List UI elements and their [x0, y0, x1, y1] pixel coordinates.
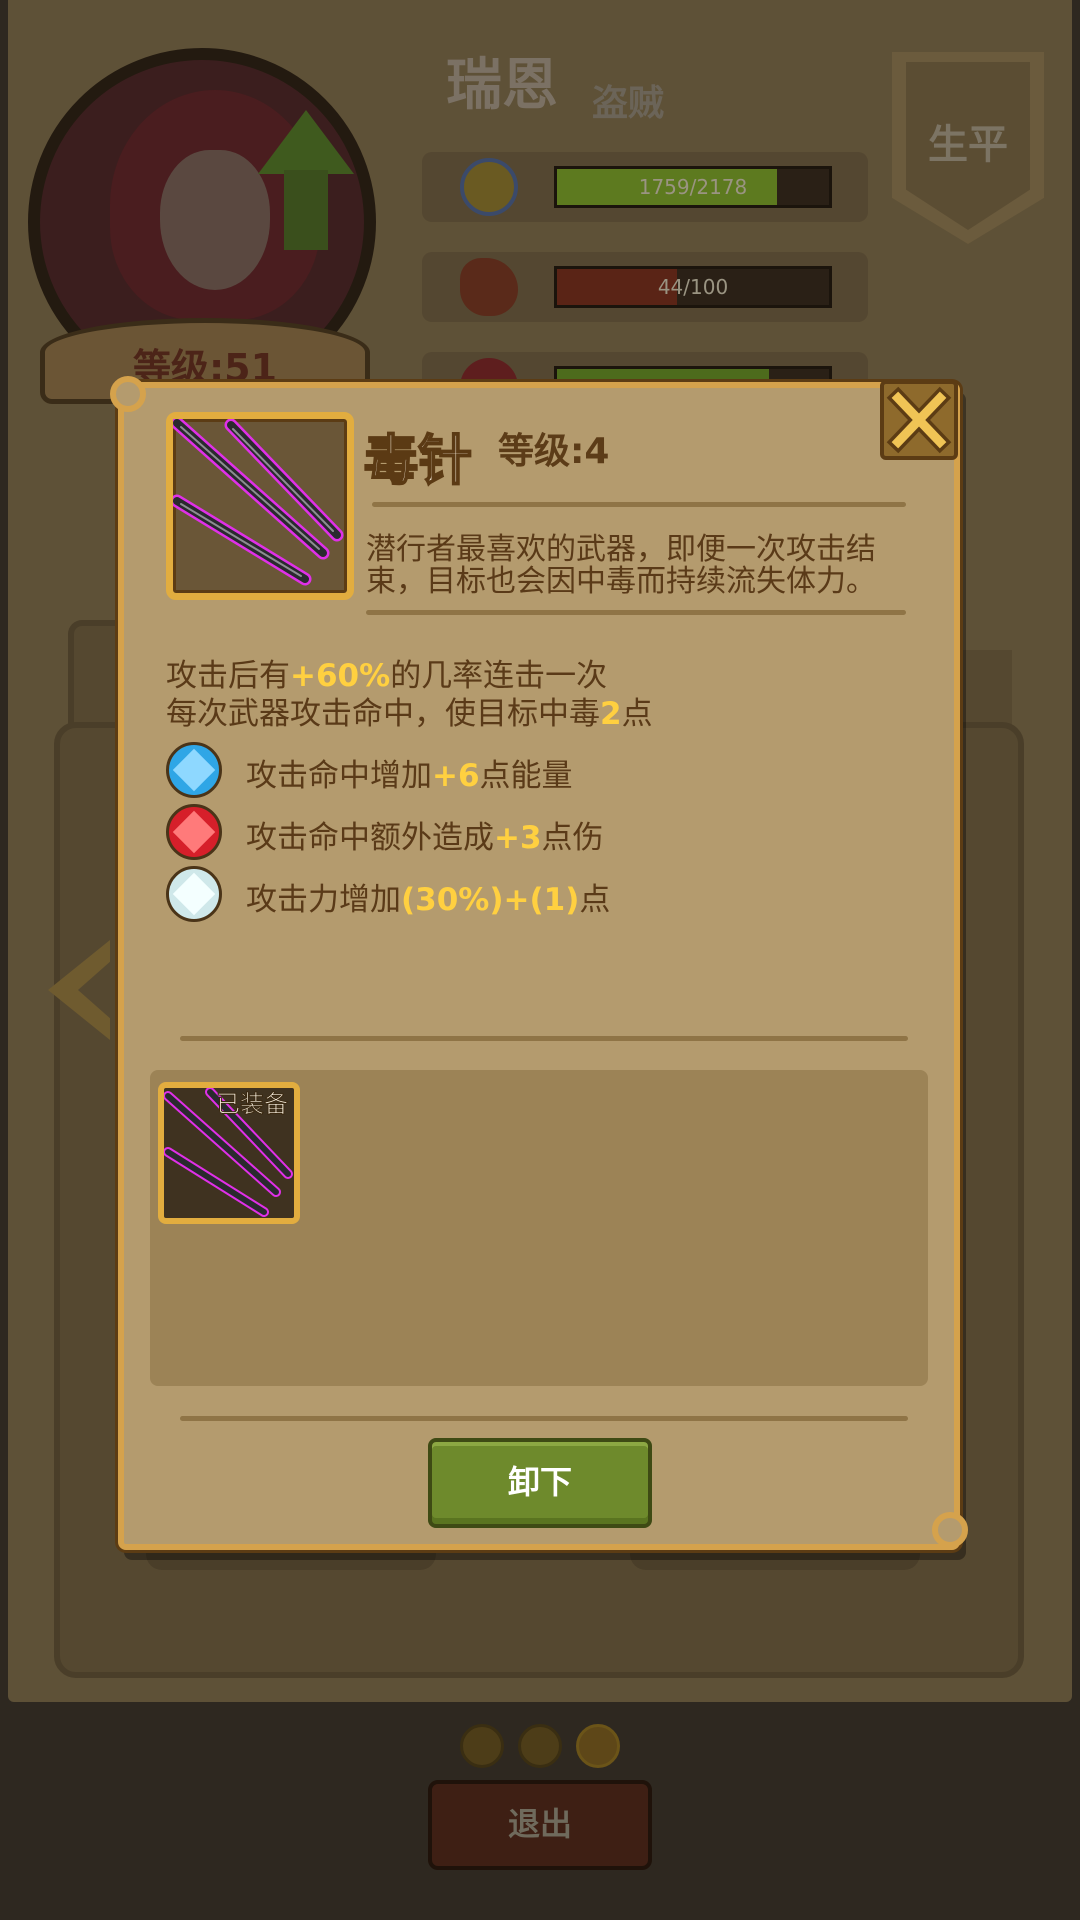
effect-poison: 每次武器攻击命中，使目标中毒2点 — [166, 688, 653, 733]
item-description: 潜行者最喜欢的武器，即便一次攻击结束，目标也会因中毒而持续流失体力。 — [366, 532, 876, 599]
level-up-arrow-icon[interactable] — [258, 110, 354, 174]
hunger-text: 44/100 — [657, 275, 729, 299]
previous-arrow-inner — [78, 960, 112, 1020]
effect-text: 点 — [621, 696, 653, 732]
gem-bonus-text: 攻击力增加 — [246, 882, 401, 918]
experience-bar: 1759/2178 — [554, 166, 832, 208]
gem-bonus-text: 点 — [579, 882, 611, 918]
stomach-icon — [460, 258, 518, 316]
item-name: 毒针 — [363, 428, 473, 493]
unequip-button[interactable]: 卸下 — [428, 1438, 652, 1528]
career-label: 生平 — [928, 122, 1008, 168]
divider — [366, 610, 906, 615]
hunger-bar: 44/100 — [554, 266, 832, 308]
white-gem-icon — [166, 866, 222, 922]
divider — [180, 1416, 908, 1421]
gem-bonus-text: 攻击命中增加 — [246, 758, 432, 794]
red-gem-icon — [166, 804, 222, 860]
effect-value: 2 — [600, 696, 622, 732]
item-level: 等级:4 — [498, 431, 610, 472]
exit-button[interactable]: 退出 — [428, 1780, 652, 1870]
hero-class: 盗贼 — [592, 83, 665, 124]
gem-bonus-value: (30%)+(1) — [401, 882, 580, 918]
gem-bonus-text: 点能量 — [479, 758, 573, 794]
page-dot-active[interactable] — [576, 1724, 620, 1768]
poison-needle-icon — [170, 416, 344, 586]
gem-bonus-text: 攻击命中额外造成 — [246, 820, 494, 856]
scroll-curl-decoration — [110, 376, 146, 412]
close-icon — [886, 386, 952, 454]
gem-bonus-damage: 攻击命中额外造成+3点伤 — [246, 812, 604, 857]
gem-bonus-text: 点伤 — [541, 820, 604, 856]
blue-gem-icon — [166, 742, 222, 798]
close-button[interactable] — [880, 380, 958, 460]
gem-bonus-value: +6 — [432, 758, 480, 794]
experience-text: 1759/2178 — [638, 175, 748, 199]
level-up-arrow-stem — [284, 170, 328, 250]
page-dot[interactable] — [518, 1724, 562, 1768]
item-icon-frame — [166, 412, 354, 600]
divider — [180, 1036, 908, 1041]
hero-face — [160, 150, 270, 290]
page-dot[interactable] — [460, 1724, 504, 1768]
hero-name: 瑞恩 — [446, 53, 558, 118]
scroll-curl-decoration — [932, 1512, 968, 1548]
gem-bonus-energy: 攻击命中增加+6点能量 — [246, 750, 573, 795]
equipped-tag: 已装备 — [216, 1090, 289, 1119]
divider — [372, 502, 906, 507]
effect-text: 每次武器攻击命中，使目标中毒 — [166, 696, 600, 732]
hunger-row: 44/100 — [422, 252, 868, 322]
gem-bonus-attack: 攻击力增加(30%)+(1)点 — [246, 874, 610, 919]
medal-icon — [460, 158, 518, 216]
gem-bonus-value: +3 — [494, 820, 542, 856]
experience-row: 1759/2178 — [422, 152, 868, 222]
